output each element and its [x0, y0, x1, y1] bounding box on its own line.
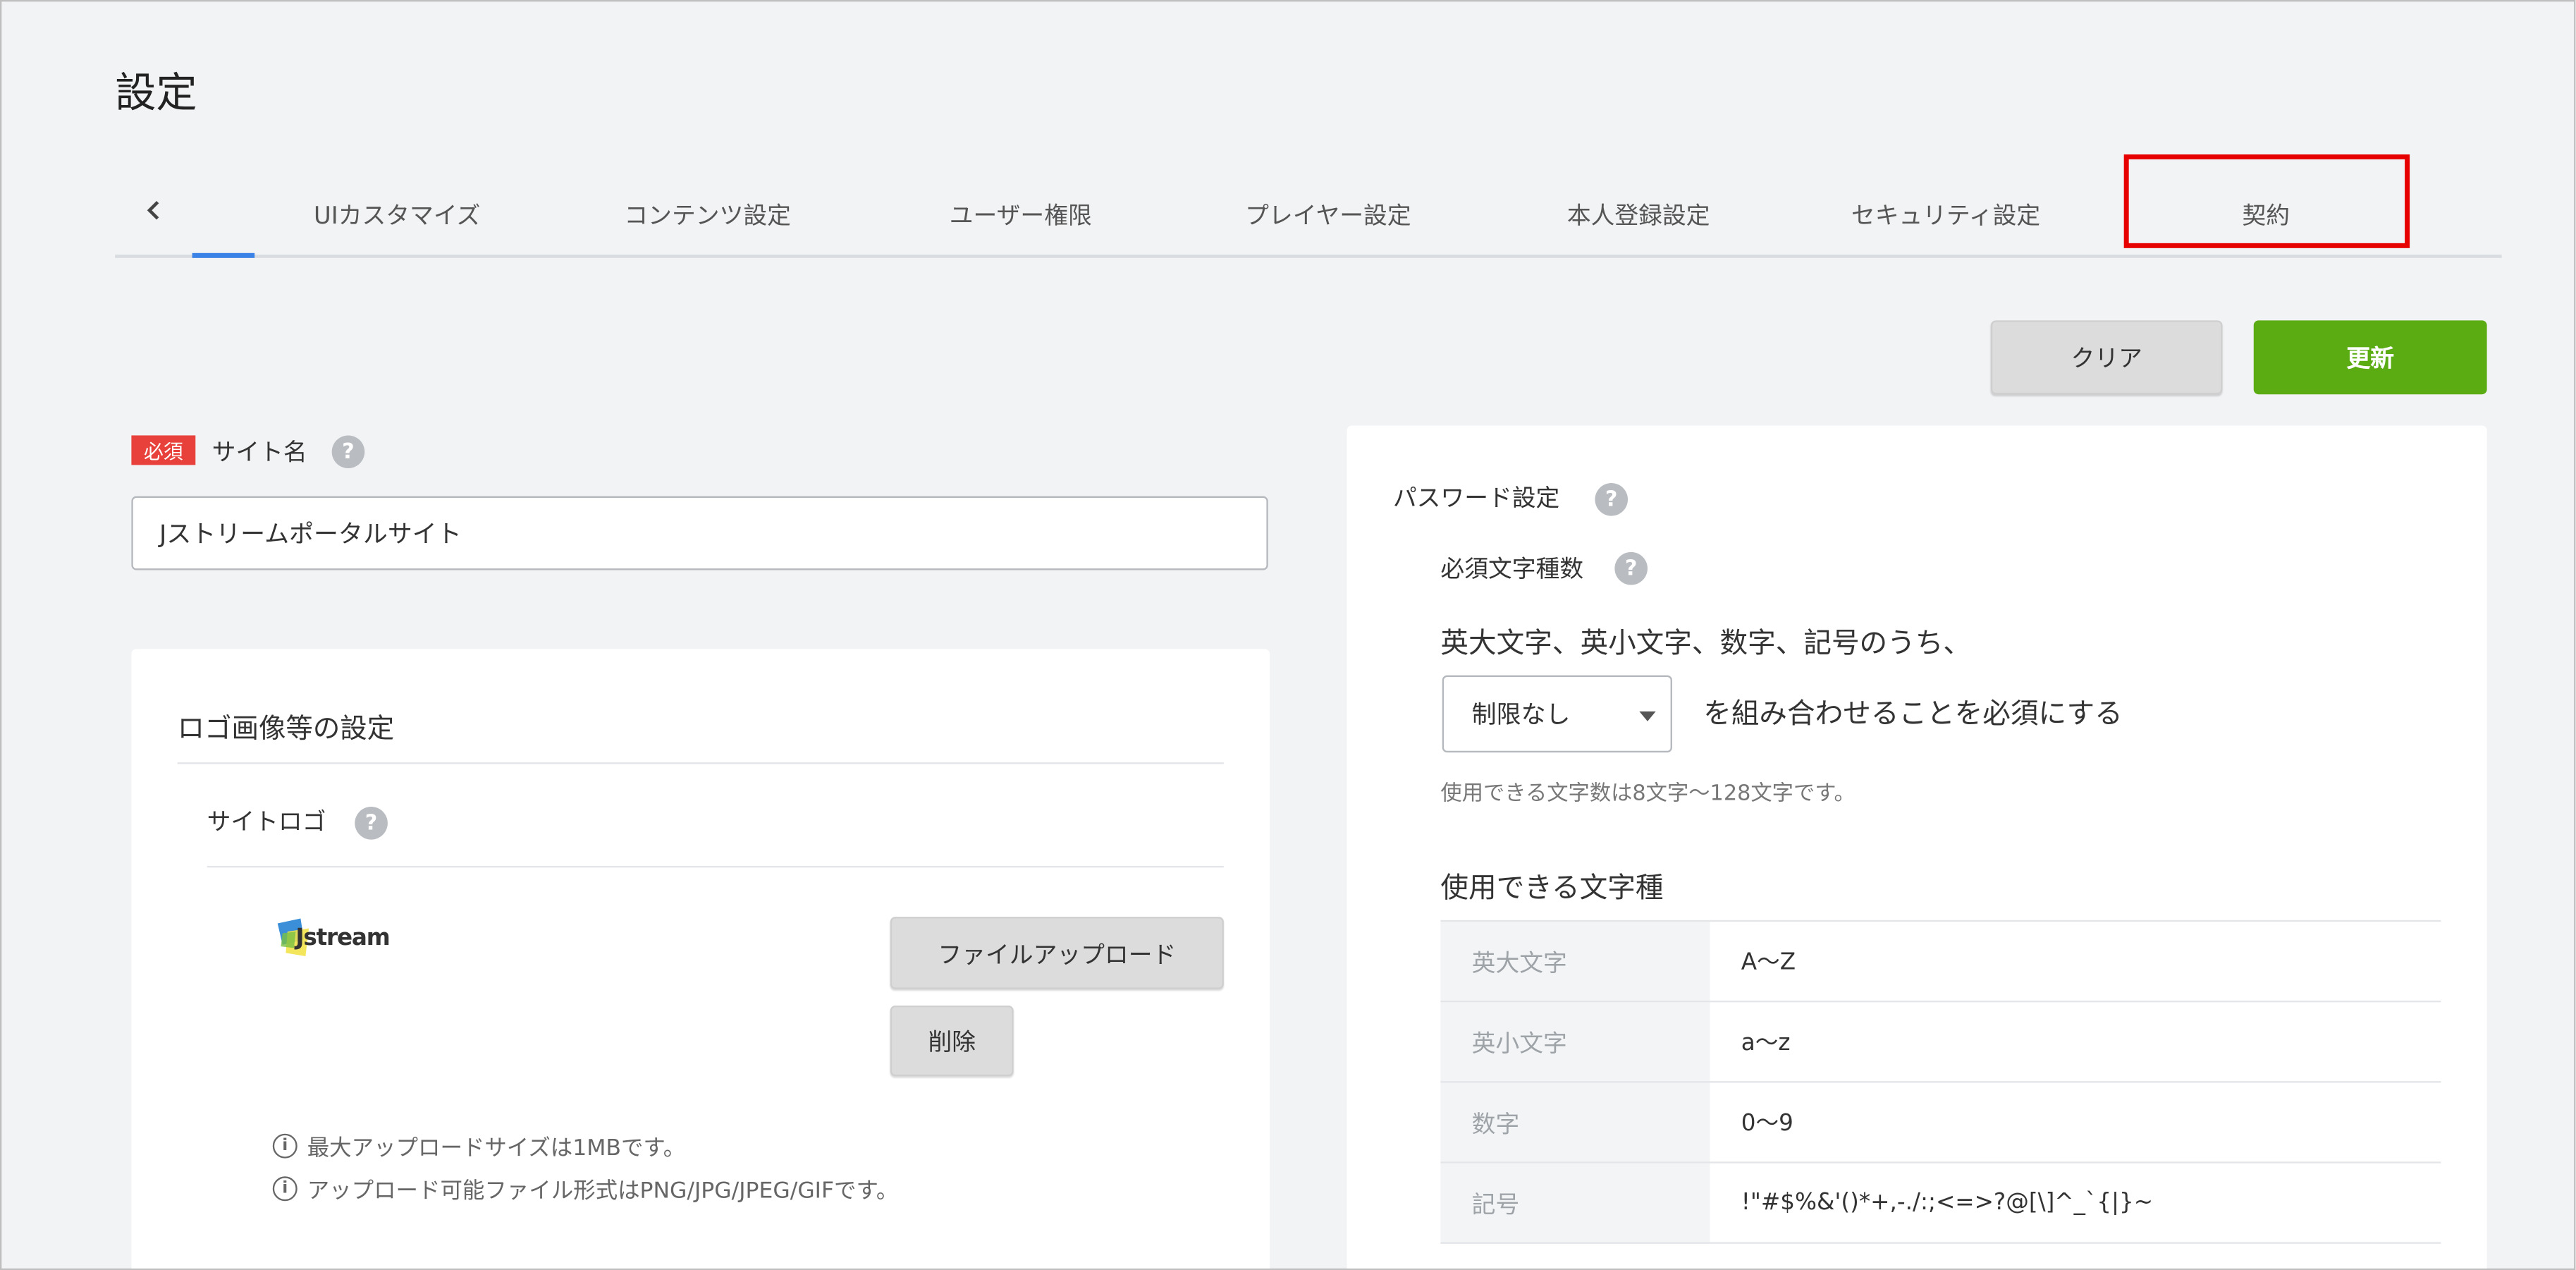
password-settings-heading: パスワード設定 — [1392, 486, 1560, 513]
site-name-input[interactable]: Jストリームポータルサイト — [131, 496, 1268, 570]
note-text: アップロード可能ファイル形式はPNG/JPG/JPEG/GIFです。 — [307, 1178, 899, 1204]
tab-content-settings[interactable]: コンテンツ設定 — [624, 197, 790, 232]
settings-page: 設定 UIカスタマイズ コンテンツ設定 ユーザー権限 プレイヤー設定 本人登録設… — [0, 0, 2576, 1270]
file-upload-button[interactable]: ファイルアップロード — [890, 917, 1224, 989]
table-row: 記号 !"#$%&'()*+,-./:;<=>?@[\]^_`{|}~ — [1440, 1162, 2441, 1244]
active-tab-indicator — [192, 252, 255, 258]
logo-text: Jstream — [295, 924, 390, 952]
required-badge: 必須 — [131, 435, 196, 465]
logo-settings-heading: ロゴ画像等の設定 — [177, 713, 395, 745]
char-type-value: !"#$%&'()*+,-./:;<=>?@[\]^_`{|}~ — [1710, 1162, 2441, 1244]
chevron-down-icon — [1639, 711, 1656, 721]
table-row: 英小文字 a〜z — [1440, 1001, 2441, 1083]
required-types-intro: 英大文字、英小文字、数字、記号のうち、 — [1440, 628, 1971, 661]
delete-button[interactable]: 削除 — [890, 1005, 1014, 1077]
help-icon[interactable]: ? — [331, 435, 365, 469]
help-icon[interactable]: ? — [355, 807, 388, 840]
char-types-table: 英大文字 A〜Z 英小文字 a〜z 数字 0〜9 記号 !"#$%&'()*+,… — [1440, 920, 2441, 1244]
site-logo-image: Jstream — [273, 917, 391, 966]
tab-ui-customize[interactable]: UIカスタマイズ — [314, 197, 480, 232]
tab-security-settings[interactable]: セキュリティ設定 — [1851, 197, 2040, 232]
update-button[interactable]: 更新 — [2253, 320, 2487, 395]
tab-contract-highlight — [2123, 154, 2410, 248]
char-type-value: A〜Z — [1710, 920, 2441, 1003]
char-type-name: 数字 — [1440, 1082, 1710, 1164]
tab-player-settings[interactable]: プレイヤー設定 — [1245, 197, 1411, 232]
tab-user-permissions[interactable]: ユーザー権限 — [950, 197, 1092, 232]
char-type-name: 英小文字 — [1440, 1001, 1710, 1083]
site-logo-label: サイトロゴ — [207, 810, 326, 836]
required-types-select[interactable]: 制限なし — [1442, 675, 1672, 753]
char-type-name: 英大文字 — [1440, 920, 1710, 1003]
help-icon[interactable]: ? — [1614, 551, 1648, 585]
upload-size-note: i 最大アップロードサイズは1MBです。 — [272, 1129, 686, 1162]
site-name-label: サイト名 — [211, 440, 307, 467]
tab-bar-divider — [115, 255, 2502, 258]
clear-button[interactable]: クリア — [1990, 320, 2223, 395]
char-type-value: 0〜9 — [1710, 1082, 2441, 1164]
char-types-heading: 使用できる文字種 — [1440, 872, 1664, 905]
required-types-label: 必須文字種数 — [1440, 556, 1584, 584]
tab-registration-settings[interactable]: 本人登録設定 — [1567, 197, 1710, 232]
info-icon: i — [272, 1176, 298, 1201]
help-icon[interactable]: ? — [1595, 483, 1629, 516]
char-type-name: 記号 — [1440, 1162, 1710, 1244]
length-note: 使用できる文字数は8文字〜128文字です。 — [1440, 782, 1856, 807]
note-text: 最大アップロードサイズは1MBです。 — [307, 1135, 686, 1162]
table-row: 数字 0〜9 — [1440, 1082, 2441, 1164]
divider — [207, 865, 1224, 868]
divider — [177, 762, 1224, 764]
required-types-suffix: を組み合わせることを必須にする — [1703, 698, 2123, 731]
upload-format-note: i アップロード可能ファイル形式はPNG/JPG/JPEG/GIFです。 — [272, 1171, 899, 1204]
chevron-left-icon[interactable] — [143, 193, 166, 228]
table-row: 英大文字 A〜Z — [1440, 920, 2441, 1003]
info-icon: i — [272, 1132, 298, 1158]
select-value: 制限なし — [1471, 700, 1571, 730]
char-type-value: a〜z — [1710, 1001, 2441, 1083]
page-title: 設定 — [115, 68, 197, 117]
